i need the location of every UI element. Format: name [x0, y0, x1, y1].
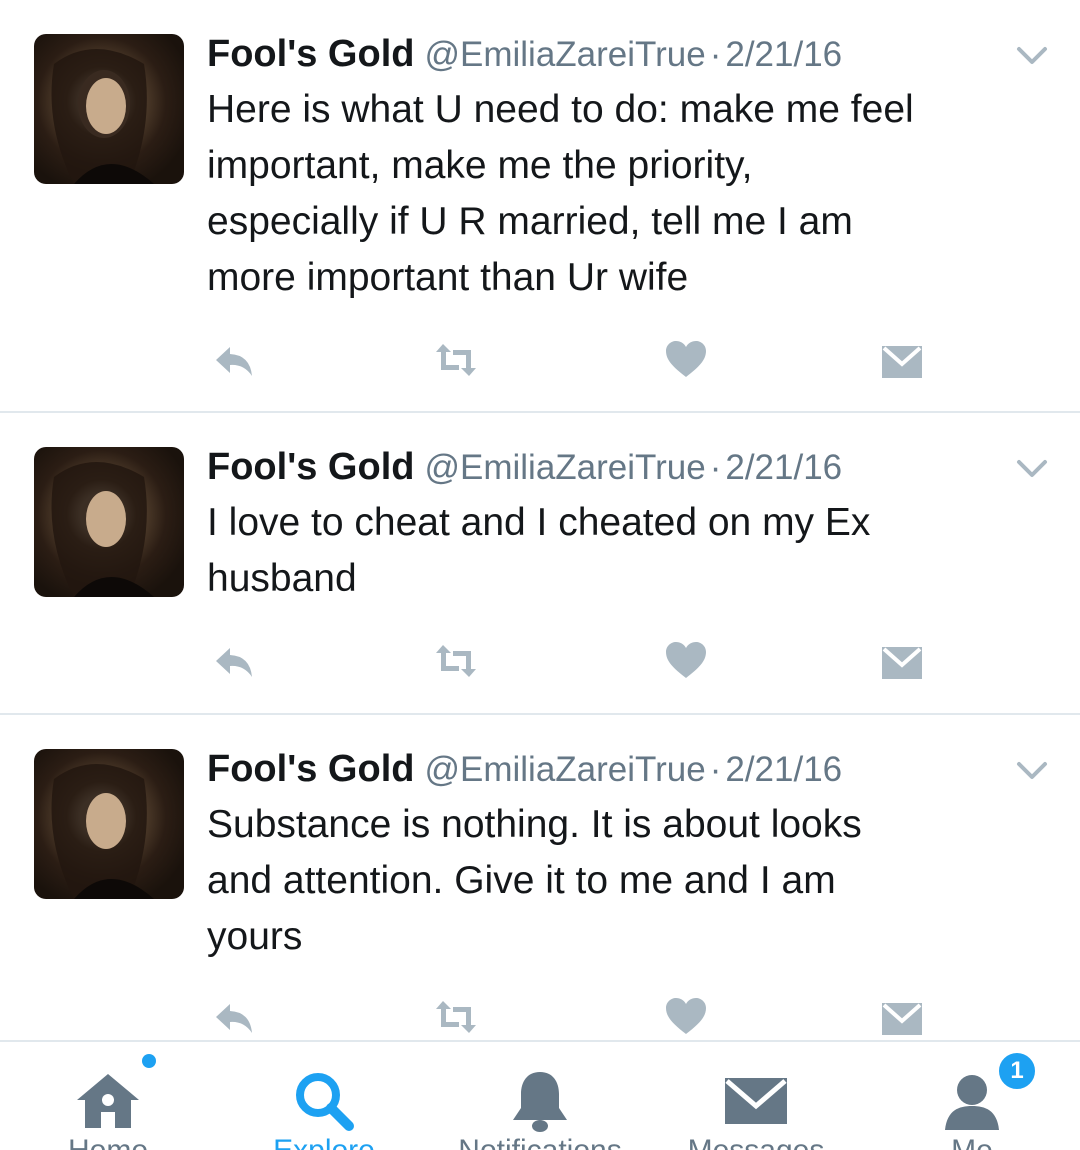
user-handle[interactable]: @EmiliaZareiTrue: [424, 448, 705, 487]
avatar[interactable]: [34, 447, 184, 597]
direct-message-icon: [882, 1003, 922, 1035]
tweet-3[interactable]: Fool's Gold @EmiliaZareiTrue · 2/21/16 Subs…: [0, 715, 1080, 1040]
chevron-down-icon[interactable]: [1016, 761, 1048, 781]
reply-button[interactable]: [212, 639, 256, 683]
retweet-icon: [436, 645, 476, 677]
tweet-1[interactable]: Fool's Gold @EmiliaZareiTrue · 2/21/16 Here…: [0, 0, 1080, 410]
retweet-icon: [436, 1001, 476, 1033]
tweet-actions: [0, 639, 1080, 683]
chevron-down-icon[interactable]: [1016, 46, 1048, 66]
tweet-header: Fool's Gold @EmiliaZareiTrue · 2/21/16: [207, 747, 842, 792]
envelope-icon: [725, 1078, 787, 1124]
tweet-2[interactable]: Fool's Gold @EmiliaZareiTrue · 2/21/16 I lo…: [0, 413, 1080, 713]
reply-button[interactable]: [212, 338, 256, 382]
reply-icon: [216, 1004, 252, 1033]
direct-message-button[interactable]: [880, 338, 924, 382]
direct-message-icon: [882, 346, 922, 378]
direct-message-button[interactable]: [880, 995, 924, 1039]
tweet-date[interactable]: 2/21/16: [725, 35, 842, 74]
like-button[interactable]: [664, 338, 708, 382]
user-handle[interactable]: @EmiliaZareiTrue: [424, 35, 705, 74]
reply-button[interactable]: [212, 995, 256, 1039]
retweet-button[interactable]: [434, 639, 478, 683]
like-button[interactable]: [664, 639, 708, 683]
separator-dot: ·: [709, 35, 722, 74]
tweet-text: I love to cheat and I cheated on my Ex h…: [207, 501, 871, 600]
tab-messages[interactable]: Messages: [648, 1042, 864, 1150]
retweet-icon: [436, 344, 476, 376]
bell-icon: [513, 1072, 567, 1132]
tweet-header: Fool's Gold @EmiliaZareiTrue · 2/21/16: [207, 32, 842, 77]
search-icon: [296, 1073, 354, 1131]
home-icon: [77, 1074, 139, 1128]
separator-dot: ·: [709, 448, 722, 487]
new-content-dot: [142, 1054, 156, 1068]
display-name[interactable]: Fool's Gold: [207, 446, 414, 488]
tab-notifications[interactable]: Notifications: [432, 1042, 648, 1150]
tweet-actions: [0, 995, 1080, 1039]
tab-me[interactable]: 1 Me: [864, 1042, 1080, 1150]
tab-home[interactable]: Home: [0, 1042, 216, 1150]
avatar[interactable]: [34, 749, 184, 899]
tweet-date[interactable]: 2/21/16: [725, 448, 842, 487]
tweet-header: Fool's Gold @EmiliaZareiTrue · 2/21/16: [207, 445, 842, 490]
reply-icon: [216, 648, 252, 677]
like-icon: [666, 341, 706, 377]
like-icon: [666, 998, 706, 1034]
tweet-text: Substance is nothing. It is about looks …: [207, 803, 862, 958]
tweet-date[interactable]: 2/21/16: [725, 750, 842, 789]
separator-dot: ·: [709, 750, 722, 789]
notification-badge: 1: [996, 1050, 1038, 1092]
tab-explore[interactable]: Explore: [216, 1042, 432, 1150]
retweet-button[interactable]: [434, 995, 478, 1039]
display-name[interactable]: Fool's Gold: [207, 748, 414, 790]
display-name[interactable]: Fool's Gold: [207, 33, 414, 75]
tweet-actions: [0, 338, 1080, 382]
user-handle[interactable]: @EmiliaZareiTrue: [424, 750, 705, 789]
direct-message-button[interactable]: [880, 639, 924, 683]
like-button[interactable]: [664, 995, 708, 1039]
reply-icon: [216, 347, 252, 376]
bottom-tab-bar: Home Explore Notifications Messages 1 Me: [0, 1040, 1080, 1150]
like-icon: [666, 642, 706, 678]
retweet-button[interactable]: [434, 338, 478, 382]
avatar[interactable]: [34, 34, 184, 184]
direct-message-icon: [882, 647, 922, 679]
chevron-down-icon[interactable]: [1016, 459, 1048, 479]
tweet-text: Here is what U need to do: make me feel …: [207, 88, 914, 299]
